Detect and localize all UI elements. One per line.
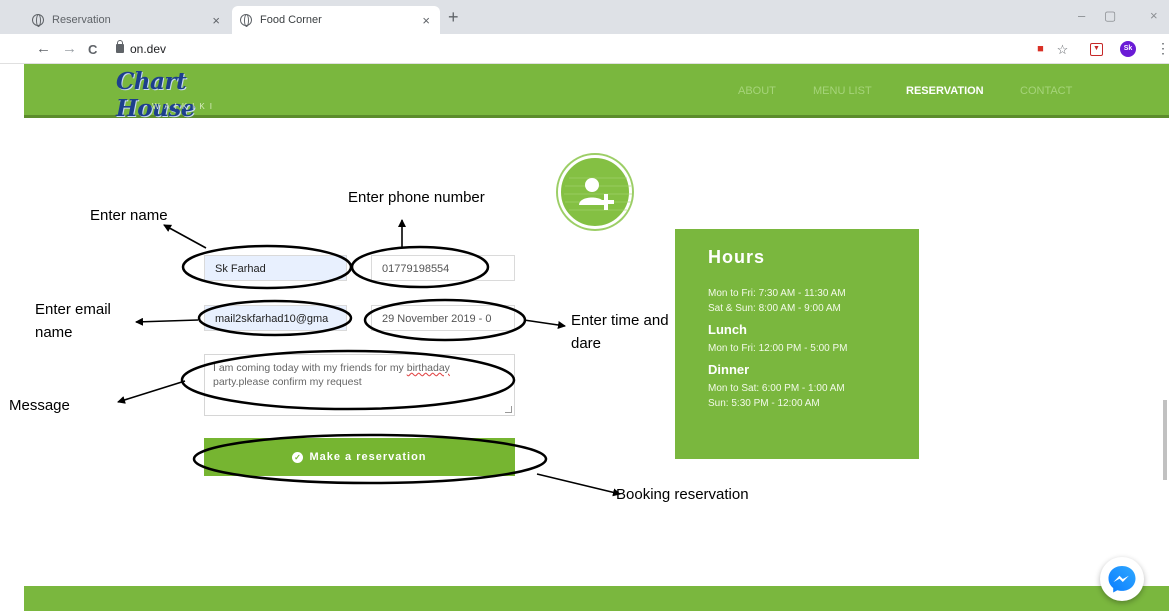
- annotation-enter-email-line2: name: [35, 324, 73, 341]
- close-tab-icon[interactable]: ×: [422, 13, 430, 28]
- pocket-icon[interactable]: ▼: [1090, 43, 1103, 56]
- phone-field[interactable]: 01779198554: [371, 255, 515, 281]
- annotation-enter-time-line2: dare: [571, 335, 602, 352]
- maximize-icon[interactable]: ▢: [1104, 8, 1116, 24]
- forward-icon[interactable]: →: [62, 40, 77, 57]
- reload-icon[interactable]: C: [88, 42, 97, 57]
- message-textarea[interactable]: I am coming today with my friends for my…: [204, 354, 515, 416]
- annotation-enter-email-line1: Enter email: [35, 301, 111, 318]
- nav-reservation[interactable]: RESERVATION: [906, 85, 984, 97]
- globe-icon: [240, 14, 252, 27]
- annotation-booking: Booking reservation: [616, 486, 749, 503]
- site-header: Chart House WAIKIKI ABOUT MENU LIST RESE…: [24, 64, 1169, 122]
- dinner-line: Sun: 5:30 PM - 12:00 AM: [708, 398, 820, 409]
- dinner-title: Dinner: [708, 362, 750, 377]
- messenger-icon: [1108, 566, 1136, 593]
- menu-icon[interactable]: ⋮: [1156, 40, 1169, 57]
- message-text-part: I am coming today with my friends for my: [213, 362, 407, 374]
- lunch-title: Lunch: [708, 322, 747, 337]
- make-reservation-label: Make a reservation: [309, 451, 427, 463]
- logo-main-text: Chart House: [116, 68, 195, 122]
- globe-icon: [32, 14, 44, 27]
- close-tab-icon[interactable]: ×: [212, 13, 220, 28]
- annotation-message: Message: [9, 397, 70, 414]
- extension-icon[interactable]: ■: [1034, 43, 1047, 56]
- new-tab-button[interactable]: +: [448, 7, 459, 28]
- time-arrow: [523, 319, 566, 329]
- email-arrow: [135, 317, 199, 326]
- annotation-enter-phone: Enter phone number: [348, 189, 485, 206]
- tab-title: Reservation: [52, 14, 111, 26]
- name-arrow: [163, 224, 207, 249]
- datetime-field[interactable]: 29 November 2019 - 0: [371, 305, 515, 331]
- hours-panel: Hours Mon to Fri: 7:30 AM - 11:30 AM Sat…: [675, 229, 919, 459]
- logo-sub-text: WAIKIKI: [152, 102, 217, 111]
- minimize-icon[interactable]: –: [1078, 8, 1085, 23]
- nav-menu-list[interactable]: MENU LIST: [813, 85, 872, 97]
- annotation-enter-time-line1: Enter time and: [571, 312, 669, 329]
- dinner-line: Mon to Sat: 6:00 PM - 1:00 AM: [708, 383, 845, 394]
- add-user-icon: [558, 155, 632, 229]
- hours-line: Sat & Sun: 8:00 AM - 9:00 AM: [708, 303, 841, 314]
- tab-title: Food Corner: [260, 14, 322, 26]
- nav-about[interactable]: ABOUT: [738, 85, 776, 97]
- scrollbar-thumb[interactable]: [1163, 400, 1167, 480]
- message-misspelled-word: birthaday: [406, 362, 450, 374]
- booking-arrow: [536, 473, 621, 497]
- back-icon[interactable]: ←: [36, 40, 51, 57]
- check-circle-icon: ✓: [292, 451, 304, 463]
- lunch-line: Mon to Fri: 12:00 PM - 5:00 PM: [708, 343, 848, 354]
- close-window-icon[interactable]: ×: [1150, 8, 1158, 23]
- messenger-chat-button[interactable]: [1100, 557, 1144, 601]
- address-bar: ← → C on.dev ■ ☆ ▼ Sk ⋮: [0, 34, 1169, 64]
- url-text[interactable]: on.dev: [130, 42, 166, 56]
- browser-tab-reservation[interactable]: Reservation ×: [24, 6, 230, 34]
- avatar[interactable]: Sk: [1120, 41, 1136, 57]
- site-logo[interactable]: Chart House WAIKIKI: [116, 68, 264, 122]
- message-arrow: [117, 380, 186, 404]
- name-field[interactable]: Sk Farhad: [204, 255, 347, 281]
- add-user-hero: [546, 155, 644, 229]
- make-reservation-button[interactable]: ✓ Make a reservation: [204, 438, 515, 476]
- browser-tab-strip: Reservation × Food Corner × + – ▢ ×: [0, 0, 1169, 34]
- annotation-enter-name: Enter name: [90, 207, 168, 224]
- nav-contact[interactable]: CONTACT: [1020, 85, 1072, 97]
- message-text-part: party.please confirm my request: [213, 376, 362, 388]
- resize-handle[interactable]: [505, 406, 512, 413]
- email-field[interactable]: mail2skfarhad10@gma: [204, 305, 347, 331]
- hours-line: Mon to Fri: 7:30 AM - 11:30 AM: [708, 288, 846, 299]
- site-footer: [24, 586, 1169, 611]
- hours-title: Hours: [708, 247, 766, 267]
- browser-tab-food-corner[interactable]: Food Corner ×: [232, 6, 440, 34]
- lock-icon: [116, 40, 124, 53]
- star-icon[interactable]: ☆: [1056, 43, 1069, 56]
